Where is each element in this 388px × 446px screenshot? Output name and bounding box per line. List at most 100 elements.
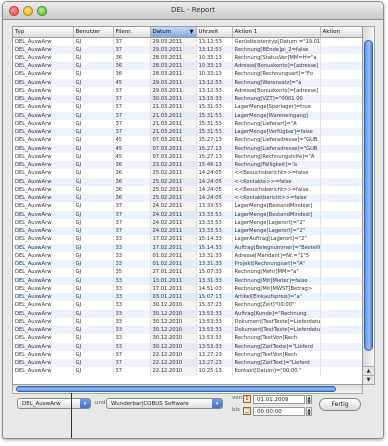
cell-typ: DEL_AuswArw [13,111,74,120]
column-header-uhrzeit[interactable]: Uhrzeit [196,27,233,38]
to-time-field[interactable]: 00:00:00 [253,407,305,416]
cell-typ: DEL_AuswArw [13,210,74,219]
horizontal-scrollbar[interactable] [12,385,363,394]
cell-filenr: 33 [113,301,151,310]
table-row[interactable]: DEL_AuswArw GJ 37 24.02.2011 13:33:53 LagerMe… [13,218,362,227]
table-row[interactable]: DEL_AuswArw GJ 37 21.03.2011 15:31:53 LagerMe… [13,128,362,137]
table-row[interactable]: DEL_AuswArw GJ 37 30.03.2011 13:15:33 Rechnun… [13,95,362,104]
cell-aktion-1: Rechnung[ZeitTexte]="Lieferd [232,342,321,351]
table-row[interactable]: DEL_AuswArw GJ 33 30.12.2010 13:53:33 Rechnun… [13,342,362,351]
table-row[interactable]: DEL_AuswArw GJ 36 25.02.2011 14:24:05 <<Konta… [13,194,362,203]
column-header-typ[interactable]: Typ [13,27,74,38]
done-button[interactable]: Fertig [319,398,361,411]
horizontal-scroll-thumb[interactable] [16,386,336,392]
calendar-icon[interactable]: 1 [243,395,251,403]
table-row[interactable]: DEL_AuswArw GJ 33 30.12.2010 15:37:23 Rechnun… [13,301,362,310]
cell-filenr: 36 [113,62,151,71]
table-row[interactable]: DEL_AuswArw GJ 37 24.02.2011 13:33:53 LagerMe… [13,227,362,236]
table-row[interactable]: DEL_AuswArw GJ 37 22.12.2010 13:27:23 Rechnun… [13,359,362,368]
cell-aktion [320,144,362,153]
column-header-aktion[interactable]: Aktion [320,27,362,38]
cell-datum: 24.02.2011 [150,218,197,227]
cell-benutzer: GJ [73,128,114,137]
cell-datum: 30.12.2010 [150,334,197,343]
table-row[interactable]: DEL_AuswArw GJ 37 21.03.2011 15:31:53 LagerMe… [13,103,362,112]
table-row[interactable]: DEL_AuswArw GJ 37 29.03.2011 13:12:53 Gerüstl… [13,37,362,46]
table-row[interactable]: DEL_AuswArw GJ 33 30.12.2010 13:53:33 Rechnun… [13,334,362,343]
table-row[interactable]: DEL_AuswArw GJ 37 22.12.2010 10:25:13 Kontakt… [13,367,362,376]
column-header-filenr[interactable]: Filenr. [113,27,151,38]
table-row[interactable]: DEL_AuswArw GJ 35 27.01.2011 15:07:33 Rechnun… [13,268,362,277]
table-row[interactable]: DEL_AuswArw GJ 33 30.12.2010 13:53:33 Dokumen… [13,326,362,335]
table-row[interactable]: DEL_AuswArw GJ 45 07.03.2011 15:27:13 Rechnun… [13,136,362,145]
table-row[interactable]: DEL_AuswArw GJ 33 03.01.2011 15:07:13 Artikel… [13,293,362,302]
company-select[interactable]: Wunderbar|COBUS Software ▾ [106,398,223,409]
cell-datum: 17.02.2011 [150,235,197,244]
cell-datum: 27.01.2011 [150,268,197,277]
table-row[interactable]: DEL_AuswArw GJ 45 07.03.2011 15:27:13 Rechnun… [13,144,362,153]
table-row[interactable]: DEL_AuswArw GJ 36 25.02.2011 14:24:05 <<Konta… [13,177,362,186]
table-row[interactable]: DEL_AuswArw GJ 37 24.02.2011 13:33:53 LagerMe… [13,210,362,219]
cell-benutzer: GJ [73,218,114,227]
to-time-stepper[interactable]: ▲ ▼ [306,407,312,416]
cell-aktion-1: LagerMenge[Sperlager]=true [232,103,321,112]
cell-filenr: 37 [113,210,151,219]
table-row[interactable]: DEL_AuswArw GJ 36 28.03.2011 10:33:13 Rechnun… [13,70,362,79]
table-row[interactable]: DEL_AuswArw GJ 33 01.02.2011 13:31:33 Projekt… [13,260,362,269]
table-row[interactable]: DEL_AuswArw GJ 33 13.01.2011 13:31:33 Rechnun… [13,276,362,285]
cell-filenr: 36 [113,177,151,186]
scroll-down-arrow-icon[interactable]: ▼ [363,375,374,384]
from-date-field[interactable]: 01.01.2009 [253,395,305,404]
cell-uhrzeit: 13:12:53 [196,37,233,46]
cell-benutzer: GJ [73,284,114,293]
cell-uhrzeit: 14:24:05 [196,169,233,178]
clock-icon[interactable]: ⌚ [243,407,251,415]
vertical-scrollbar[interactable]: ▲ ▼ [363,26,375,385]
cell-typ: DEL_AuswArw [13,202,74,211]
table-row[interactable]: DEL_AuswArw GJ 36 28.03.2011 10:33:13 Adresse… [13,62,362,71]
table-row[interactable]: DEL_AuswArw GJ 33 30.12.2010 13:53:33 Dokumen… [13,317,362,326]
table-row[interactable]: DEL_AuswArw GJ 37 21.03.2011 15:31:53 LagerMe… [13,111,362,120]
cell-aktion [320,293,362,302]
cell-typ: DEL_AuswArw [13,260,74,269]
cell-typ: DEL_AuswArw [13,284,74,293]
cell-filenr: 37 [113,359,151,368]
table-row[interactable]: DEL_AuswArw GJ 45 07.03.2011 15:27:13 Rechnun… [13,152,362,161]
column-header-datum[interactable]: Datum ▼ [150,27,197,38]
table-row[interactable]: DEL_AuswArw GJ 37 29.03.2011 13:12:53 Adresse… [13,86,362,95]
table-row[interactable]: DEL_AuswArw GJ 36 23.02.2011 15:46:13 Rechnun… [13,161,362,170]
scroll-up-arrow-icon[interactable]: ▲ [363,366,374,375]
table-row[interactable]: DEL_AuswArw GJ 37 24.02.2011 13:33:53 LagerMe… [13,202,362,211]
table-row[interactable]: DEL_AuswArw GJ 33 17.01.2011 14:51:03 Rechnun… [13,284,362,293]
column-header-benutzer[interactable]: Benutzer [73,27,114,38]
table-row[interactable]: DEL_AuswArw GJ 33 30.12.2010 13:53:33 Auftrag… [13,309,362,318]
cell-filenr: 37 [113,103,151,112]
cell-filenr: 33 [113,342,151,351]
table-row[interactable]: DEL_AuswArw GJ 36 25.02.2011 14:24:05 <<Besuc… [13,169,362,178]
cell-aktion [320,62,362,71]
table-row[interactable]: DEL_AuswArw GJ 33 17.02.2011 15:14:33 LagerAu… [13,235,362,244]
table-row[interactable]: DEL_AuswArw GJ 37 29.03.2011 13:12:53 Rechnun… [13,45,362,54]
cell-uhrzeit: 13:53:33 [196,334,233,343]
cell-aktion-1: <<Kontakte>>=false [232,177,321,186]
vertical-scroll-thumb[interactable] [364,40,373,351]
cell-filenr: 33 [113,276,151,285]
type-select[interactable]: DEL_AuswArw ▾ [17,398,91,409]
cell-filenr: 45 [113,152,151,161]
table-row[interactable]: DEL_AuswArw GJ 36 28.03.2011 10:33:13 Rechnun… [13,53,362,62]
table-row[interactable]: DEL_AuswArw GJ 33 17.02.2011 15:14:33 Auftrag… [13,243,362,252]
table-row[interactable]: DEL_AuswArw GJ 36 25.02.2011 14:24:05 <<Besuc… [13,185,362,194]
cell-benutzer: GJ [73,53,114,62]
table-row[interactable]: DEL_AuswArw GJ 33 01.02.2011 13:31:33 Adresse… [13,251,362,260]
cell-uhrzeit: 10:25:13 [196,367,233,376]
cell-datum: 28.03.2011 [150,70,197,79]
from-date-stepper[interactable]: ▲ ▼ [306,395,312,404]
cell-benutzer: GJ [73,260,114,269]
table-row[interactable]: DEL_AuswArw GJ 37 22.12.2010 13:27:23 Rechnun… [13,350,362,359]
cell-benutzer: GJ [73,78,114,87]
table-row[interactable]: DEL_AuswArw GJ 37 21.03.2011 15:31:53 Rechnun… [13,119,362,128]
cell-benutzer: GJ [73,317,114,326]
column-header-aktion-1[interactable]: Aktion 1 [232,27,321,38]
table-row[interactable]: DEL_AuswArw GJ 45 29.03.2011 13:12:53 Rechnun… [13,78,362,87]
cell-datum: 21.03.2011 [150,128,197,137]
